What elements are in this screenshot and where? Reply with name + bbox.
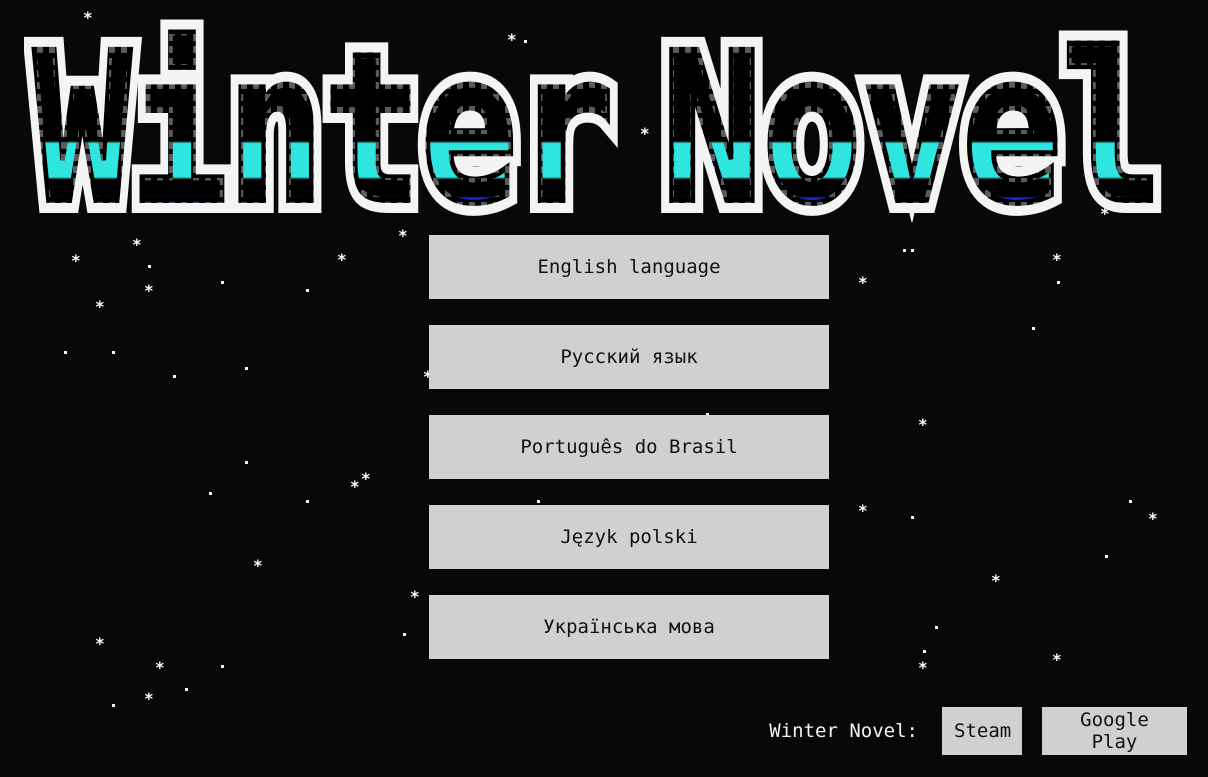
snow-dot bbox=[1105, 555, 1108, 558]
snow-dot bbox=[911, 249, 914, 252]
language-button-russian[interactable]: Русский язык bbox=[429, 325, 829, 389]
snowflake: * bbox=[398, 226, 408, 245]
snow-dot bbox=[209, 492, 212, 495]
svg-text:Winter: Winter bbox=[34, 9, 614, 222]
snow-dot bbox=[1129, 500, 1132, 503]
snow-dot bbox=[221, 665, 224, 668]
google-play-button[interactable]: Google Play bbox=[1042, 707, 1187, 755]
snowflake: * bbox=[991, 571, 1001, 590]
snow-dot bbox=[935, 626, 938, 629]
snowflake: * bbox=[410, 587, 420, 606]
snow-dot bbox=[245, 461, 248, 464]
snow-dot bbox=[923, 650, 926, 653]
snowflake: * bbox=[71, 251, 81, 270]
snow-dot bbox=[112, 351, 115, 354]
language-button-english[interactable]: English language bbox=[429, 235, 829, 299]
snowflake: * bbox=[155, 658, 165, 677]
snowflake: * bbox=[858, 273, 868, 292]
snow-dot bbox=[221, 281, 224, 284]
snowflake: * bbox=[1052, 250, 1062, 269]
snow-dot bbox=[903, 249, 906, 252]
snow-dot bbox=[64, 351, 67, 354]
snowflake: * bbox=[253, 556, 263, 575]
logo-word-winter: Winter Winter bbox=[24, 8, 627, 222]
snow-dot bbox=[185, 688, 188, 691]
snowflake: * bbox=[1148, 509, 1158, 528]
snow-dot bbox=[245, 367, 248, 370]
language-button-ukrainian[interactable]: Українська мова bbox=[429, 595, 829, 659]
game-logo: Winter Winter Novel Novel bbox=[24, 8, 1175, 222]
snowflake: * bbox=[132, 235, 142, 254]
snowflake: * bbox=[858, 501, 868, 520]
snowflake: * bbox=[95, 634, 105, 653]
snowflake: * bbox=[918, 415, 928, 434]
snowflake: * bbox=[337, 250, 347, 269]
snow-dot bbox=[112, 704, 115, 707]
logo-word-novel: Novel Novel bbox=[649, 8, 1175, 222]
snow-dot bbox=[306, 500, 309, 503]
snow-dot bbox=[173, 375, 176, 378]
snow-dot bbox=[911, 516, 914, 519]
snowflake: * bbox=[95, 297, 105, 316]
snowflake: * bbox=[918, 658, 928, 677]
snow-dot bbox=[306, 289, 309, 292]
snowflake: * bbox=[350, 477, 360, 496]
language-button-polish[interactable]: Język polski bbox=[429, 505, 829, 569]
svg-text:Novel: Novel bbox=[662, 9, 1162, 222]
snowflake: * bbox=[1052, 650, 1062, 669]
snowflake: * bbox=[144, 281, 154, 300]
snow-dot bbox=[1057, 281, 1060, 284]
store-links-label: Winter Novel: bbox=[769, 720, 918, 742]
snowflake: * bbox=[361, 469, 371, 488]
steam-button[interactable]: Steam bbox=[942, 707, 1022, 755]
snowflake: * bbox=[144, 689, 154, 708]
language-menu: English language Русский язык Português … bbox=[429, 235, 829, 685]
store-links: Winter Novel: Steam Google Play bbox=[769, 707, 1187, 755]
snow-dot bbox=[148, 265, 151, 268]
snow-dot bbox=[1032, 327, 1035, 330]
language-button-portuguese-br[interactable]: Português do Brasil bbox=[429, 415, 829, 479]
snow-dot bbox=[403, 633, 406, 636]
